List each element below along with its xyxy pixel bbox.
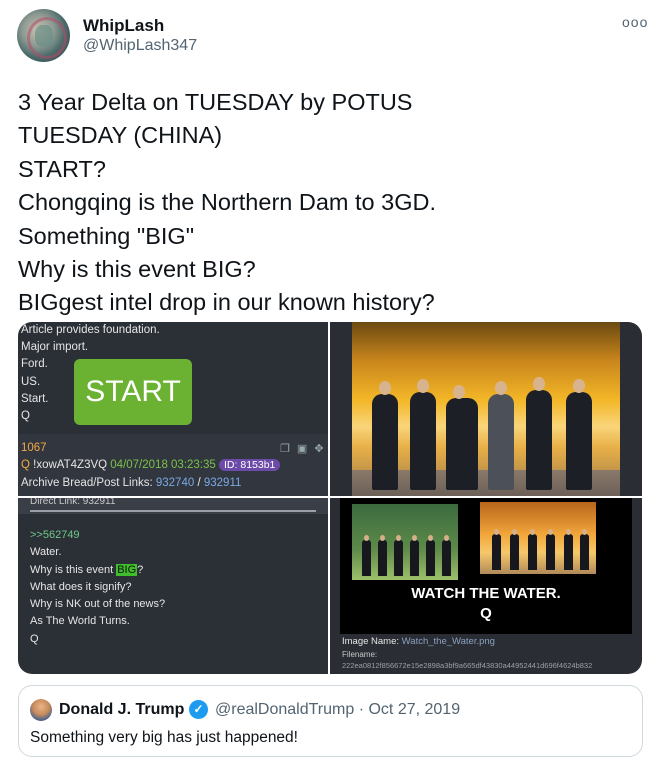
media-image-3[interactable]: Direct Link: 932911 >>562749 Water. Why … [18,498,328,674]
author-handle[interactable]: @WhipLash347 [83,37,197,55]
archive-link: 932740 [155,477,195,489]
link-separator: / [197,477,201,489]
author-display-name[interactable]: WhipLash [83,16,164,36]
archive-links-label: Archive Bread/Post Links: [21,477,153,489]
quoted-display-name[interactable]: Donald J. Trump [59,701,184,719]
post-reference: >>562749 [30,529,80,541]
person-figure [528,529,537,570]
tweet-line: BIGgest intel drop in our known history? [18,289,435,316]
tweet-line: Why is this event BIG? [18,256,256,283]
archive-link: 932911 [203,477,242,489]
media-image-4[interactable]: WATCH THE WATER. Q Image Name: Watch_the… [330,498,642,674]
post-text: >>562749 Water. Why is this event BIG? W… [30,527,165,648]
image-name: Image Name: Watch_the_Water.png [342,636,495,647]
person-figure [564,529,573,570]
person-figure [580,529,589,570]
trip-q: Q [21,459,30,471]
tweet-line: Chongqing is the Northern Dam to 3GD. [18,189,436,216]
archive-links: Archive Bread/Post Links: 932740 / 93291… [21,477,241,489]
post-meta: Q !xowAT4Z3VQ 04/07/2018 03:23:35 ID: 81… [21,459,281,471]
direct-link-text: Direct Link: 932911 [30,498,116,507]
post-line-text: ? [137,563,144,576]
person-figure [492,529,501,570]
media-image-1[interactable]: Article provides foundation. Major impor… [18,322,328,496]
inset-photo [480,502,596,574]
person-figure [362,535,371,576]
post-line: What does it signify? [30,580,132,593]
person-figure [526,377,552,490]
more-options-icon[interactable]: ooo [622,14,648,30]
filename-label: Filename: [342,650,378,659]
tweet-text: 3 Year Delta on TUESDAY by POTUS TUESDAY… [18,86,638,320]
post-line: Why is NK out of the news? [30,598,166,611]
post-number: 1067 [21,442,47,454]
person-figure [566,379,592,490]
image-name-label: Image Name: [342,636,402,647]
post-line: Article provides foundation. [21,324,160,336]
post-line-text: Why is this event [30,563,117,576]
tweet-line: TUESDAY (CHINA) [18,122,223,149]
id-badge: ID: 8153b1 [219,459,281,471]
post-line: Q [30,632,39,645]
person-figure [394,535,403,576]
person-figure [410,379,436,490]
person-figure [426,535,435,576]
person-figure [510,529,519,570]
quoted-avatar[interactable] [30,699,52,721]
author-avatar[interactable] [17,9,70,62]
tweet-line: 3 Year Delta on TUESDAY by POTUS [18,89,413,115]
filename-hash: 222ea0812f856672e15e2898a3bf9a665df43830… [342,661,593,670]
caption-line: WATCH THE WATER. [411,585,561,602]
post-date: 04/07/2018 03:23:35 [110,459,216,471]
person-figure [442,535,451,576]
person-figure [372,381,398,490]
post-line: Water. [30,546,62,559]
person-figure [488,381,514,490]
post-line: Major import. [21,341,89,354]
inset-photo [352,504,458,580]
media-image-2[interactable] [330,322,642,496]
post-line: Why is this event BIG? [30,562,165,579]
start-graphic: START [74,359,192,425]
post-line: As The World Turns. [30,615,130,628]
tweet-line: Something "BIG" [18,222,195,249]
caption-line: Q [480,605,492,622]
person-figure [546,529,555,570]
verified-icon: ✓ [189,700,208,719]
image-name-value: Watch_the_Water.png [401,636,495,647]
tripcode: !xowAT4Z3VQ [33,459,108,471]
person-figure [446,385,478,490]
quoted-handle-date[interactable]: @realDonaldTrump · Oct 27, 2019 [215,701,460,719]
media-grid: Article provides foundation. Major impor… [18,322,642,674]
tweet-line: START? [18,155,106,182]
quoted-text: Something very big has just happened! [30,729,298,746]
highlighted-word: BIG [116,563,138,576]
person-figure [378,535,387,576]
post-action-icons: ❐ ▣ ✥ [280,443,326,455]
watch-the-water-caption: WATCH THE WATER. Q [340,584,632,624]
quoted-tweet[interactable]: Donald J. Trump ✓ @realDonaldTrump · Oct… [18,685,643,757]
divider [30,510,316,512]
person-figure [410,535,419,576]
